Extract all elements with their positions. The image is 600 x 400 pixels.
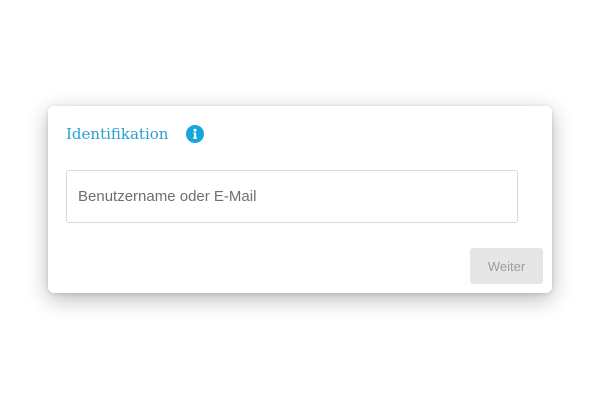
username-field[interactable] <box>66 170 518 223</box>
card-title: Identifikation <box>66 125 169 143</box>
card-header: Identifikation <box>66 125 205 143</box>
username-input[interactable] <box>67 171 517 222</box>
login-card: Identifikation Weiter <box>48 106 552 293</box>
info-icon[interactable] <box>186 125 205 143</box>
next-button[interactable]: Weiter <box>470 248 543 284</box>
